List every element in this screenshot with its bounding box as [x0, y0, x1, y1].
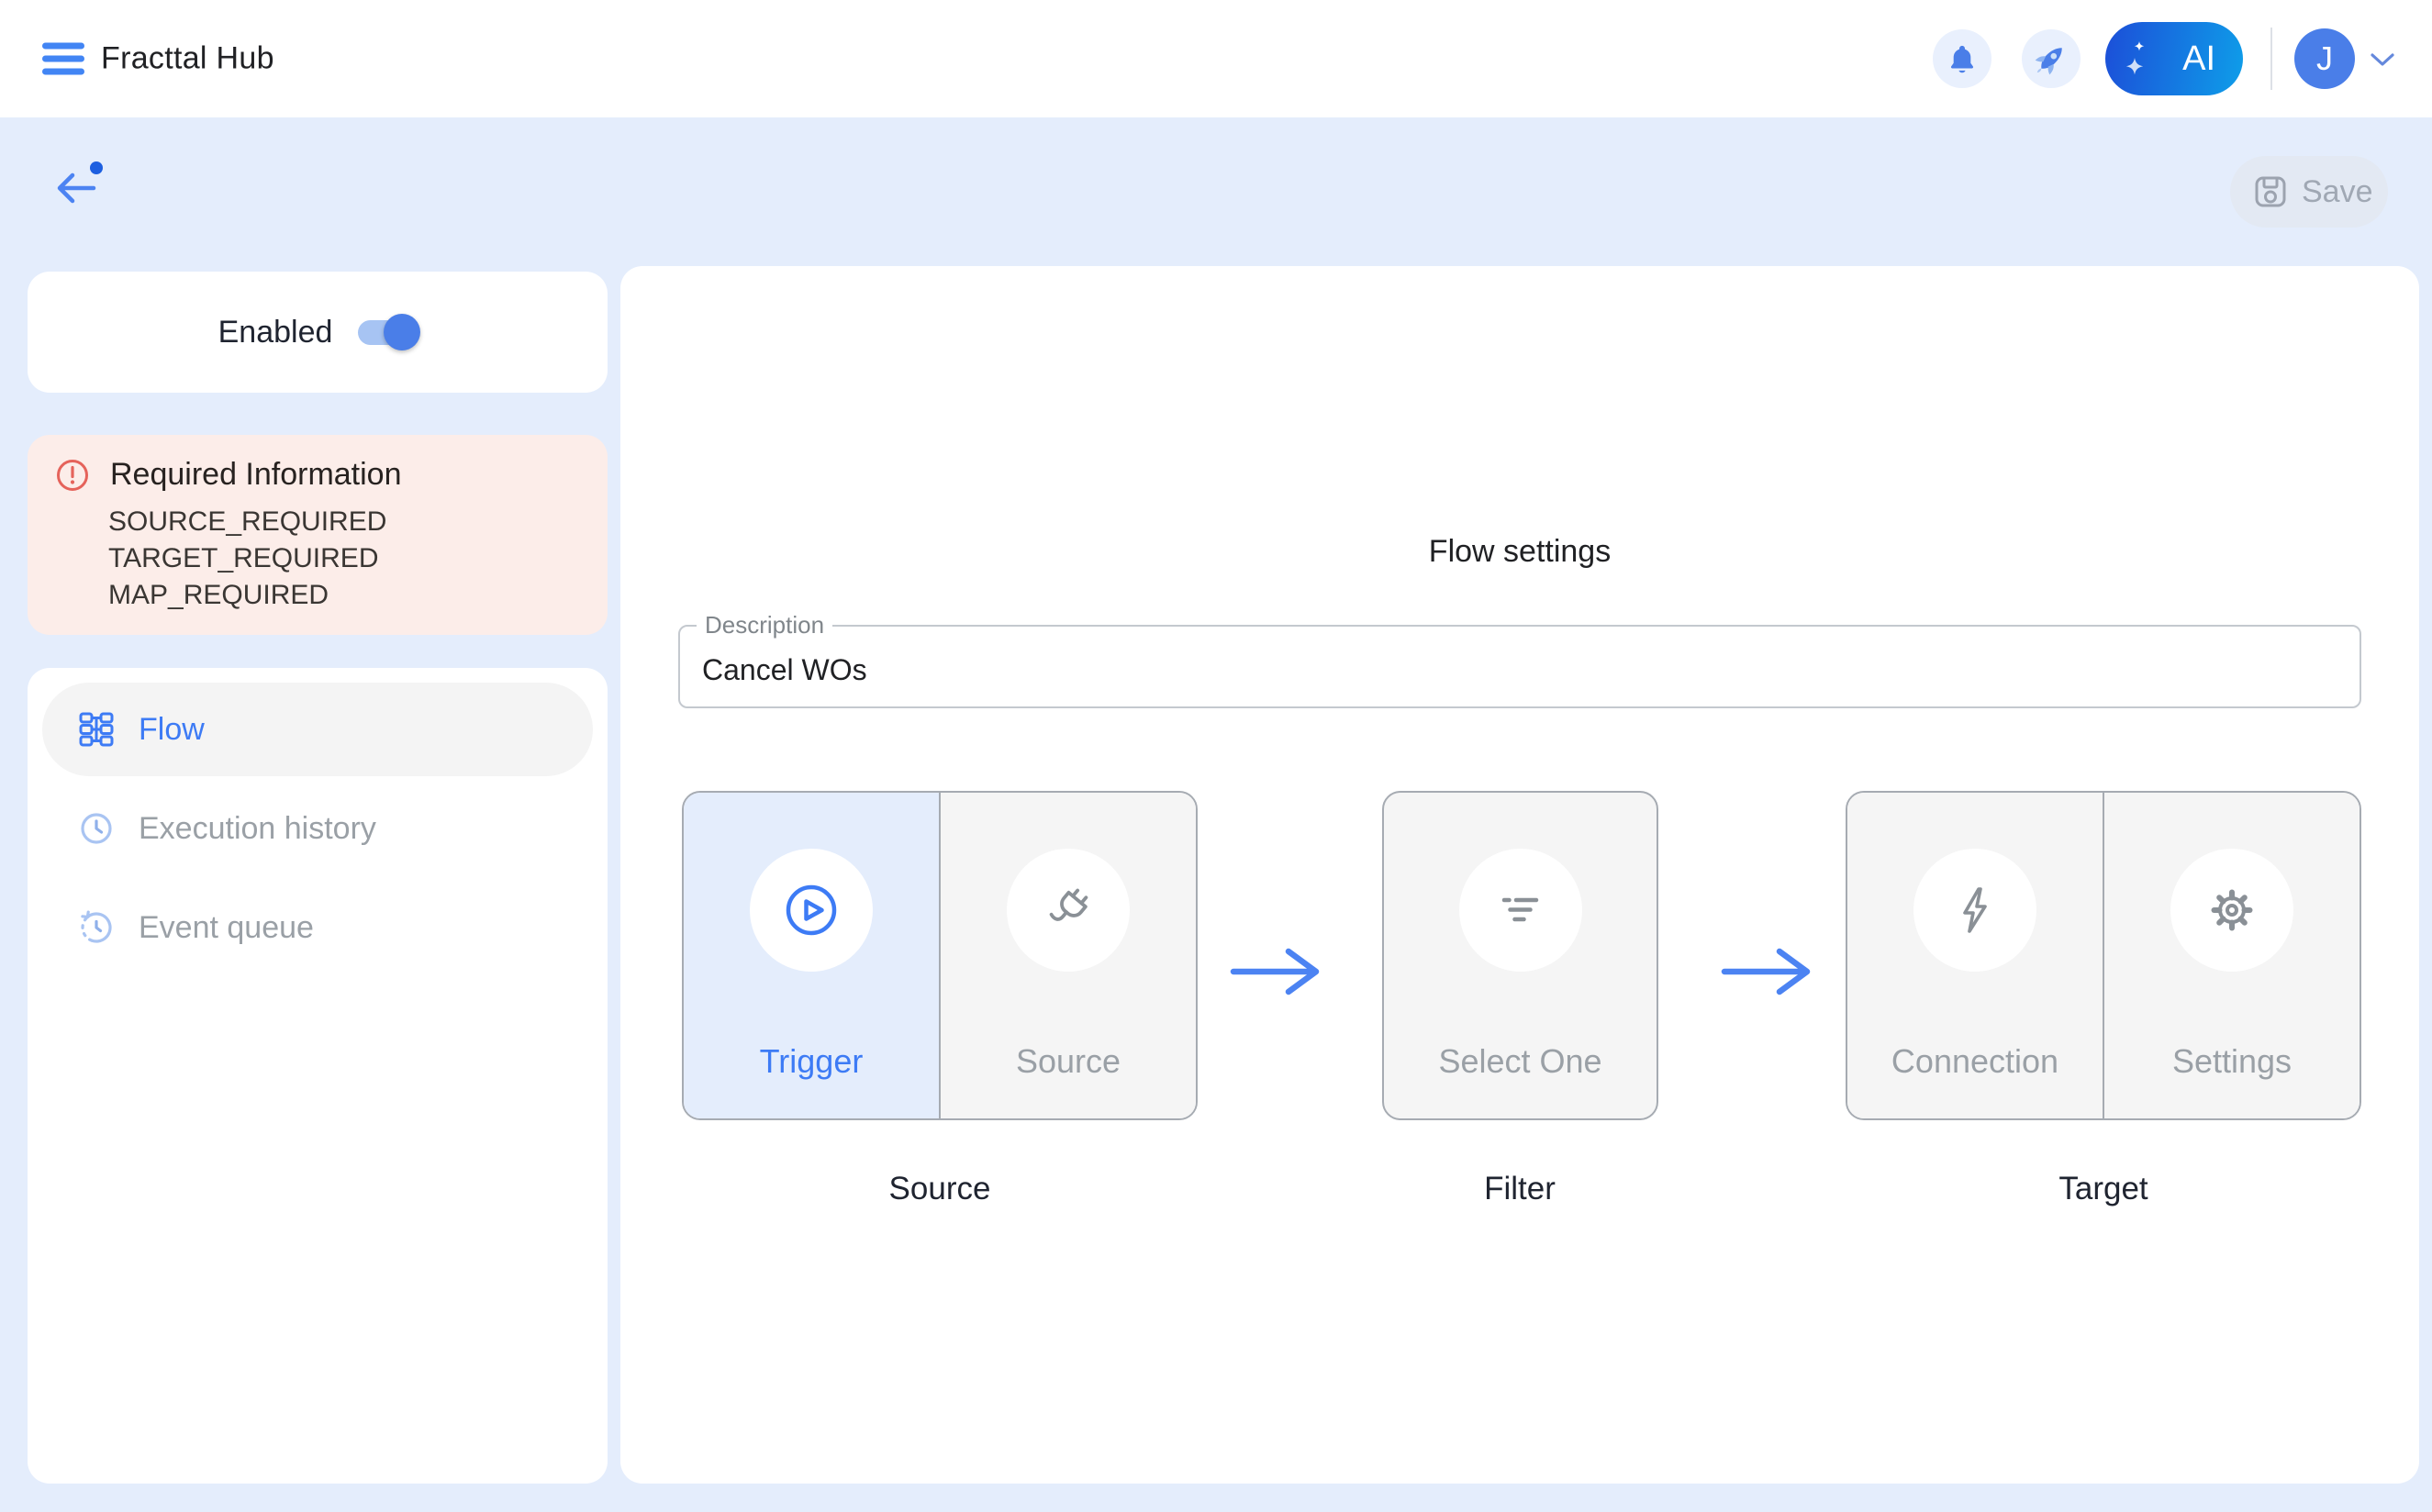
- filter-step-caption: Filter: [1484, 1171, 1556, 1207]
- target-step-caption: Target: [2058, 1171, 2148, 1207]
- sidebar-item-flow[interactable]: Flow: [42, 683, 593, 776]
- sidebar-item-label: Flow: [139, 712, 205, 748]
- menu-bar: [42, 43, 84, 50]
- ai-assistant-button[interactable]: AI: [2105, 22, 2243, 95]
- settings-icon-circle: [2170, 849, 2293, 972]
- play-circle-icon: [782, 881, 841, 939]
- settings-option[interactable]: Settings: [2103, 793, 2359, 1118]
- app-title: Fracttal Hub: [101, 41, 274, 77]
- save-button[interactable]: Save: [2230, 156, 2388, 228]
- source-step-caption: Source: [889, 1171, 991, 1207]
- chevron-down-icon[interactable]: [2370, 51, 2395, 72]
- filter-option-label: Select One: [1384, 1042, 1657, 1081]
- target-step-card: Connection: [1846, 791, 2361, 1120]
- menu-icon[interactable]: [42, 37, 84, 82]
- required-information-title: Required Information: [110, 457, 402, 493]
- sidebar-item-label: Event queue: [139, 910, 314, 946]
- bell-icon: [1946, 42, 1979, 75]
- description-label: Description: [697, 611, 832, 639]
- lightning-icon: [1949, 884, 2001, 936]
- settings-option-label: Settings: [2104, 1042, 2359, 1081]
- toggle-thumb: [384, 314, 420, 350]
- rocket-icon: [2034, 41, 2069, 76]
- connection-option[interactable]: Connection: [1847, 793, 2103, 1118]
- description-fieldset: Description: [678, 611, 2361, 708]
- flow-settings-card: Flow settings Description Trigger: [620, 266, 2419, 1484]
- filter-option[interactable]: Select One: [1384, 793, 1657, 1118]
- sidebar-item-label: Execution history: [139, 811, 376, 847]
- arrow-left-icon: [53, 169, 97, 207]
- trigger-icon-circle: [750, 849, 873, 972]
- required-information-panel: Required Information SOURCE_REQUIRED TAR…: [28, 435, 608, 635]
- gear-icon: [2204, 883, 2259, 938]
- sidebar-item-event-queue[interactable]: Event queue: [42, 881, 593, 974]
- enabled-label: Enabled: [218, 315, 333, 350]
- menu-bar: [42, 56, 84, 62]
- source-option[interactable]: Source: [939, 793, 1196, 1118]
- header-divider: [2270, 28, 2272, 90]
- history-icon: [78, 909, 115, 946]
- flow-arrow-icon: [1721, 946, 1816, 1002]
- source-step-card: Trigger Source: [682, 791, 1198, 1120]
- ai-button-label: AI: [2182, 39, 2215, 79]
- app-header: Fracttal Hub AI: [0, 0, 2432, 117]
- filter-step-card: Select One: [1382, 791, 1658, 1120]
- required-item: TARGET_REQUIRED: [108, 540, 582, 577]
- required-item: SOURCE_REQUIRED: [108, 504, 582, 540]
- connection-option-label: Connection: [1847, 1042, 2103, 1081]
- page-title: Flow settings: [620, 534, 2419, 570]
- avatar[interactable]: J: [2294, 28, 2355, 89]
- menu-bar: [42, 69, 84, 75]
- flow-arrow-icon: [1230, 946, 1325, 1002]
- launcher-button[interactable]: [2022, 29, 2081, 88]
- fracttal-hub-page: Fracttal Hub AI: [0, 0, 2432, 1512]
- enabled-card: Enabled: [28, 272, 608, 393]
- sidebar-item-execution-history[interactable]: Execution history: [42, 782, 593, 875]
- filter-icon: [1495, 884, 1546, 936]
- save-icon: [2252, 173, 2289, 210]
- avatar-initial: J: [2316, 39, 2333, 78]
- clock-icon: [78, 810, 115, 847]
- filter-icon-circle: [1459, 849, 1582, 972]
- notifications-button[interactable]: [1933, 29, 1991, 88]
- unsaved-dot-badge: [90, 161, 103, 174]
- trigger-option[interactable]: Trigger: [684, 793, 939, 1118]
- alert-icon: [55, 458, 90, 493]
- connection-icon-circle: [1913, 849, 2036, 972]
- sidebar-menu: Flow Execution history Event queue: [28, 668, 608, 1484]
- enabled-toggle[interactable]: [358, 320, 417, 345]
- flow-icon: [78, 711, 115, 748]
- sparkles-icon: [2125, 38, 2149, 80]
- required-item: MAP_REQUIRED: [108, 577, 582, 614]
- source-option-label: Source: [941, 1042, 1196, 1081]
- back-button[interactable]: [53, 169, 112, 220]
- source-icon-circle: [1007, 849, 1130, 972]
- plug-icon: [1041, 883, 1096, 938]
- save-button-label: Save: [2302, 174, 2373, 210]
- description-input[interactable]: [702, 643, 2262, 696]
- trigger-option-label: Trigger: [684, 1042, 939, 1081]
